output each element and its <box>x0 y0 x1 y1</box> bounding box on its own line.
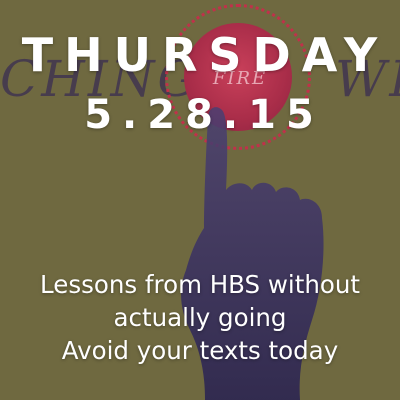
topic-line: Avoid your texts today <box>61 336 339 365</box>
promo-card: CHING WH FIRE THURSDAY 5.28.15 Lessons f… <box>0 0 400 400</box>
headline-date: 5.28.15 <box>84 92 324 138</box>
topic-line: Lessons from HBS without <box>40 270 360 299</box>
headline-day: THURSDAY <box>21 28 389 82</box>
topics-list: Lessons from HBS without actually going … <box>0 268 400 367</box>
topic-line: actually going <box>113 303 287 332</box>
